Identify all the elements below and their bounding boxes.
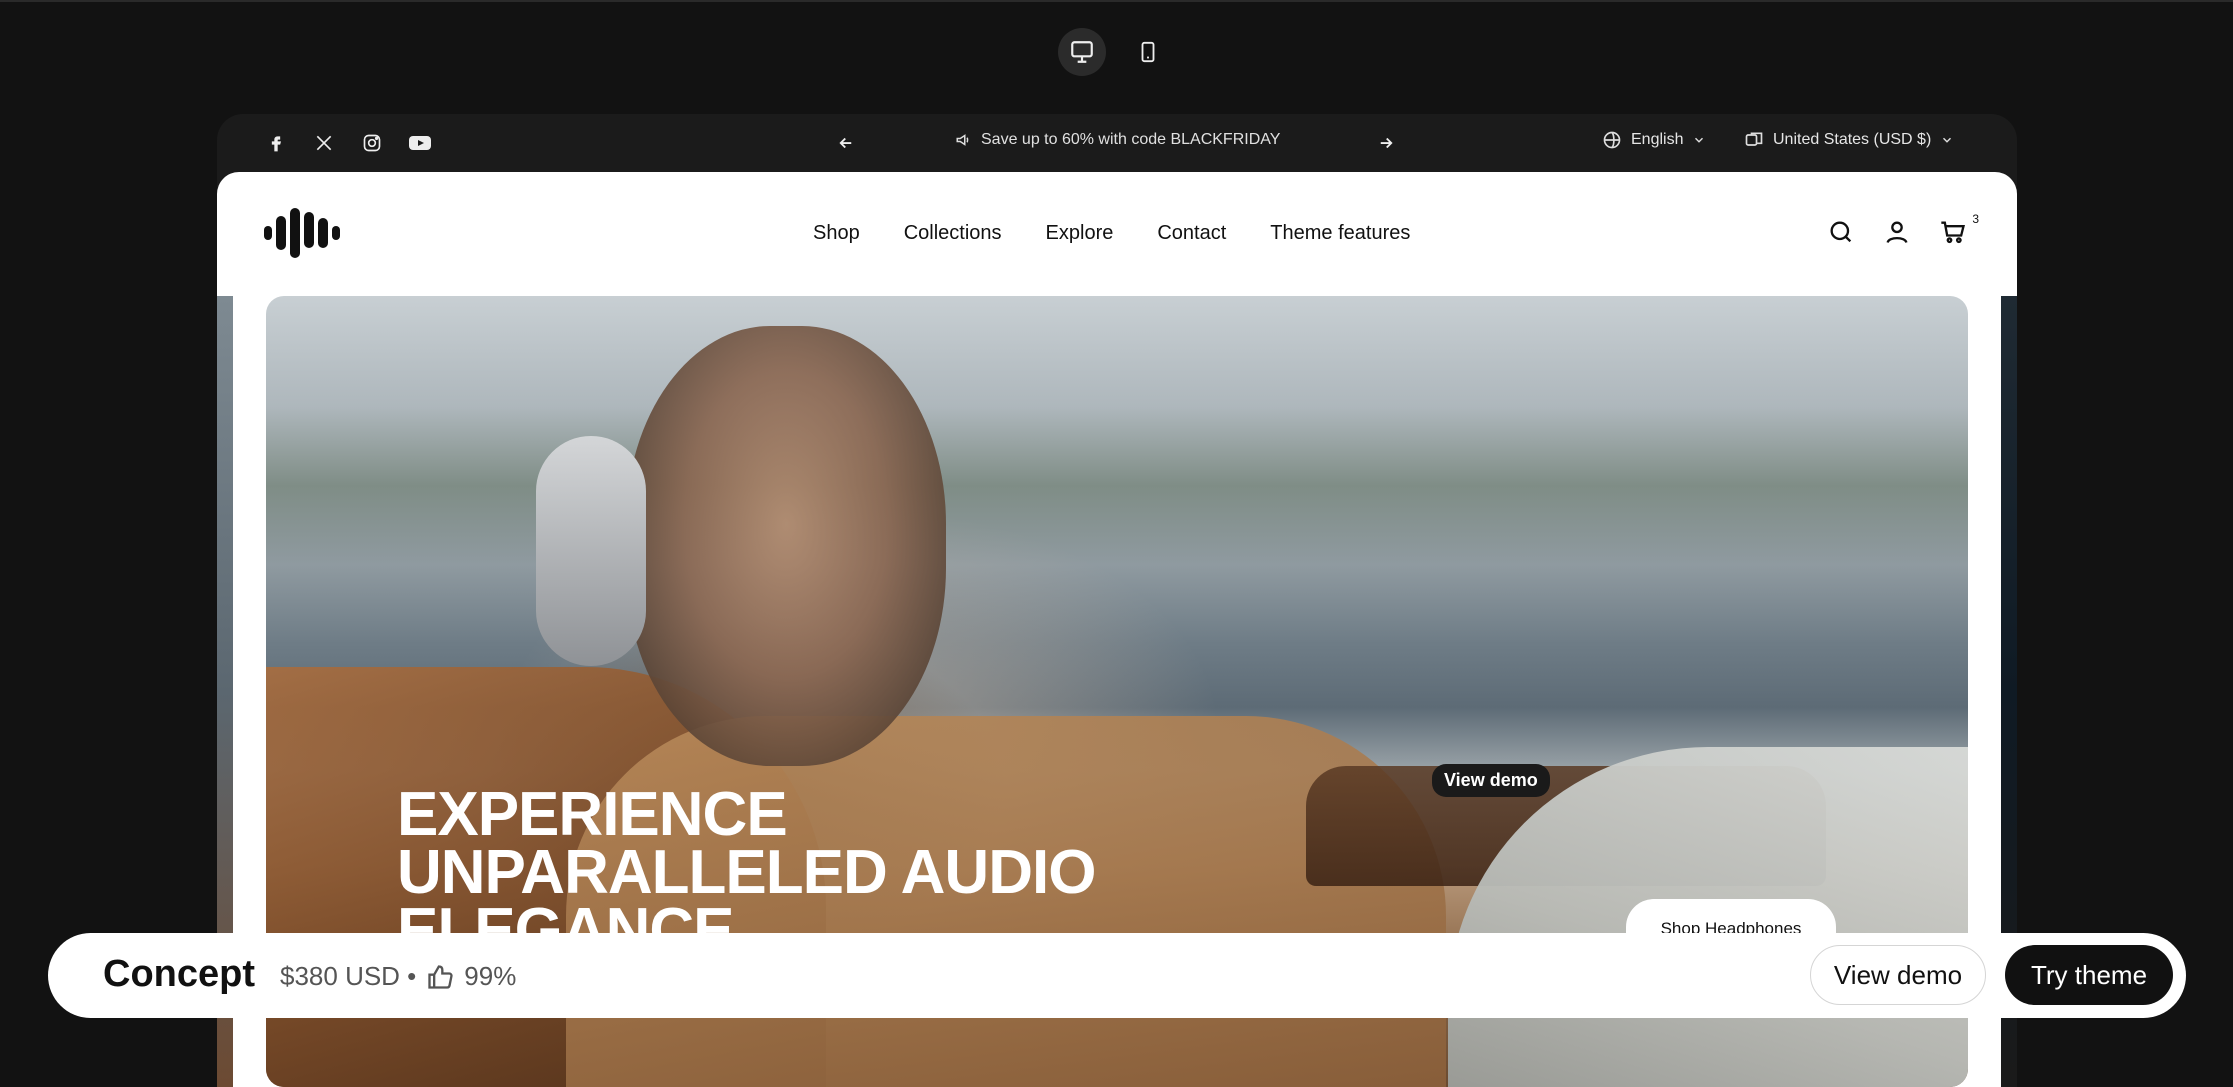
- try-theme-button[interactable]: Try theme: [2005, 945, 2173, 1005]
- theme-rating: 99%: [464, 961, 517, 991]
- nav-theme-features[interactable]: Theme features: [1270, 222, 1410, 245]
- soundwave-logo-icon: [264, 208, 340, 258]
- user-icon: [1886, 221, 1908, 244]
- x-icon[interactable]: [311, 130, 337, 156]
- header-actions: 3: [1825, 212, 1979, 248]
- currency-icon: [1745, 132, 1763, 146]
- device-toggle: [1058, 28, 1172, 76]
- main-nav: Shop Collections Explore Contact Theme f…: [813, 222, 1410, 245]
- hero-title-line: UNPARALLELED AUDIO: [397, 838, 1096, 907]
- hero-image-headphones: [536, 436, 646, 666]
- country-selector[interactable]: United States (USD $): [1744, 130, 1954, 150]
- mobile-icon: [1141, 41, 1155, 63]
- hero-title-line: EXPERIENCE: [397, 780, 788, 849]
- view-demo-button[interactable]: View demo: [1810, 945, 1986, 1005]
- search-icon: [1830, 221, 1852, 243]
- cart-button[interactable]: 3: [1937, 212, 1979, 248]
- view-demo-hover-pill[interactable]: View demo: [1432, 764, 1550, 797]
- announcement-prev-button[interactable]: [833, 130, 859, 156]
- nav-shop[interactable]: Shop: [813, 222, 860, 245]
- megaphone-icon: [956, 134, 969, 146]
- mobile-view-button[interactable]: [1124, 28, 1172, 76]
- account-button[interactable]: [1881, 216, 1913, 248]
- social-links: [263, 130, 433, 156]
- globe-icon: [1603, 131, 1621, 149]
- search-button[interactable]: [1825, 216, 1857, 248]
- nav-collections[interactable]: Collections: [904, 222, 1002, 245]
- hero-image-head: [626, 326, 946, 766]
- chevron-down-icon: [1695, 137, 1704, 143]
- top-divider: [0, 0, 2233, 2]
- announcement-message: Save up to 60% with code BLACKFRIDAY: [955, 131, 1280, 149]
- nav-contact[interactable]: Contact: [1157, 222, 1226, 245]
- theme-price: $380 USD •: [280, 961, 417, 991]
- facebook-icon[interactable]: [263, 130, 289, 156]
- youtube-icon[interactable]: [407, 130, 433, 156]
- cart-icon: [1941, 221, 1965, 244]
- country-label: United States (USD $): [1773, 131, 1932, 148]
- language-label: English: [1631, 131, 1684, 148]
- language-selector[interactable]: English: [1602, 130, 1706, 150]
- theme-meta: $380 USD • 99%: [280, 961, 516, 992]
- nav-explore[interactable]: Explore: [1046, 222, 1114, 245]
- desktop-view-button[interactable]: [1058, 28, 1106, 76]
- theme-name: Concept: [103, 953, 255, 995]
- announcement-bar: Save up to 60% with code BLACKFRIDAY Eng…: [217, 114, 2017, 172]
- desktop-icon: [1071, 41, 1093, 63]
- theme-info-bar: Concept $380 USD • 99% View demo Try the…: [48, 933, 2186, 1018]
- thumbs-up-icon: [428, 964, 453, 989]
- announcement-next-button[interactable]: [1373, 130, 1399, 156]
- arrow-left-icon: [839, 137, 852, 149]
- store-logo[interactable]: [264, 206, 342, 265]
- instagram-icon[interactable]: [359, 130, 385, 156]
- arrow-right-icon: [1380, 137, 1393, 149]
- cart-count-badge: 3: [1972, 212, 1979, 226]
- chevron-down-icon: [1943, 137, 1952, 143]
- promo-text: Save up to 60% with code BLACKFRIDAY: [981, 131, 1281, 148]
